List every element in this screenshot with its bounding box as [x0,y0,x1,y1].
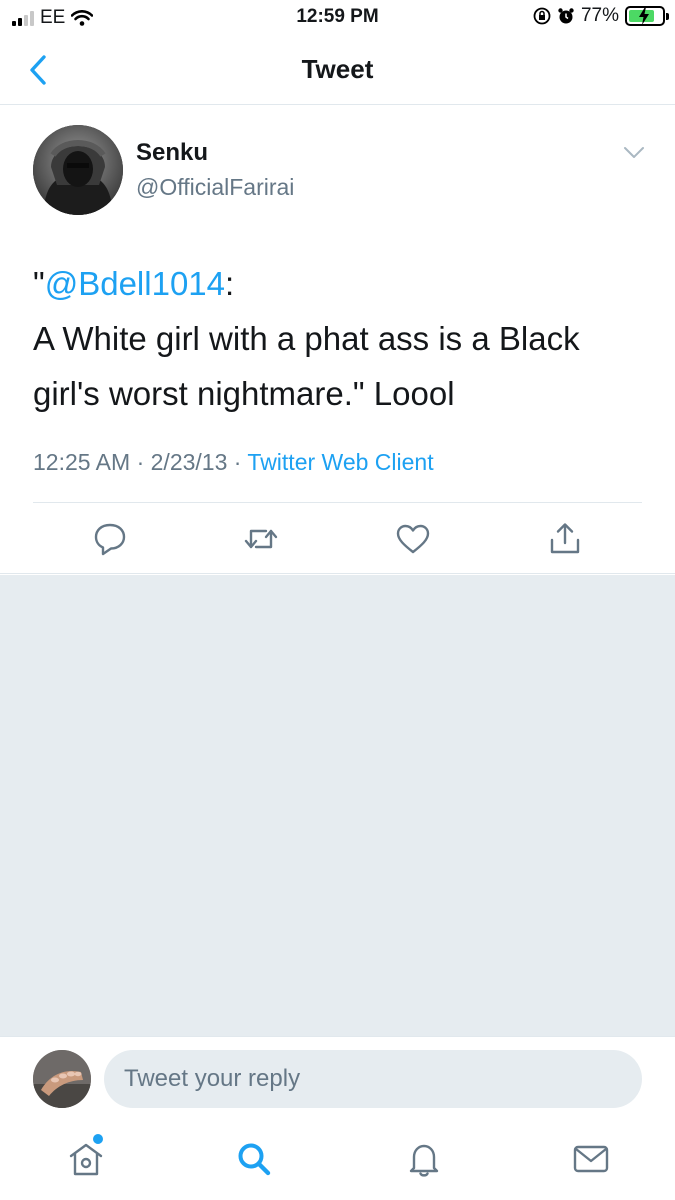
author-avatar[interactable] [33,125,123,215]
reply-input[interactable] [104,1050,642,1108]
share-button[interactable] [545,521,585,557]
like-button[interactable] [393,521,433,557]
tab-search[interactable] [234,1139,274,1179]
tweet-body: A White girl with a phat ass is a Black … [33,320,580,412]
status-bar: EE 12:59 PM 77% [0,0,675,36]
bell-icon [409,1144,439,1177]
mention-link[interactable]: @Bdell1014 [45,265,225,302]
mention-colon: : [225,265,235,302]
new-content-dot [93,1134,103,1144]
alarm-icon [558,8,574,24]
author-avatar-image [33,125,123,215]
author-name[interactable]: Senku [136,139,208,167]
search-icon [238,1143,271,1176]
user-avatar-image [33,1050,91,1108]
heart-icon [396,524,430,554]
retweet-button[interactable] [241,521,281,557]
status-right: 77% [533,5,669,27]
reply-icon [94,523,126,556]
tweet-time: 12:25 AM [33,449,131,475]
chevron-down-icon [624,147,644,158]
tweet-detail: Senku @OfficialFarirai "@Bdell1014: A Wh… [0,106,675,574]
tweet-actions [0,503,675,573]
battery-icon [625,6,669,26]
navigation-bar: Tweet [0,36,675,105]
tab-notifications[interactable] [404,1139,444,1179]
tweet-date: 2/23/13 [150,449,228,475]
battery-percent: 77% [580,5,619,26]
tab-bar [0,1122,675,1200]
home-icon [69,1143,103,1176]
charging-bolt-icon [639,7,649,25]
meta-separator: · [130,449,151,475]
tab-messages[interactable] [571,1139,611,1179]
retweet-icon [244,529,278,549]
meta-separator: · [227,449,248,475]
page-title: Tweet [301,54,374,84]
battery-cap [666,13,669,20]
tweet-client-link[interactable]: Twitter Web Client [247,449,433,475]
tweet-meta: 12:25 AM · 2/23/13 · Twitter Web Client [33,449,434,476]
tab-home[interactable] [66,1139,106,1179]
reply-button[interactable] [90,521,130,557]
mail-icon [573,1145,609,1173]
reply-bar [0,1036,675,1122]
author-handle[interactable]: @OfficialFarirai [136,174,294,201]
tweet-text: "@Bdell1014: A White girl with a phat as… [33,256,643,421]
share-icon [550,523,580,554]
orientation-lock-icon [533,7,551,25]
empty-replies-area [0,575,675,1036]
open-quote: " [33,265,45,302]
tweet-options-button[interactable] [623,146,645,160]
user-avatar[interactable] [33,1050,91,1108]
